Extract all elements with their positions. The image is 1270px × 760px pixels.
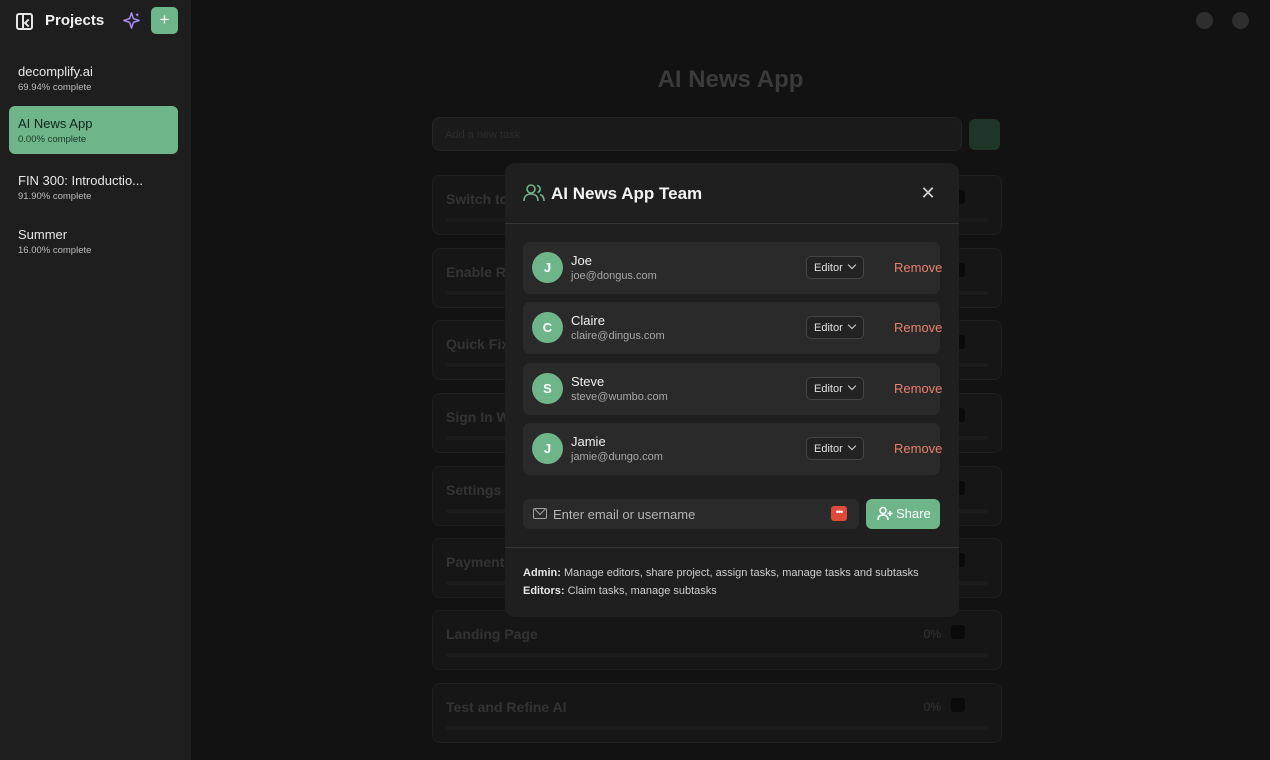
modal-title: AI News App Team bbox=[551, 184, 703, 203]
member-email: jamie@dungo.com bbox=[571, 451, 663, 463]
chevron-down-icon bbox=[847, 441, 857, 451]
settings-icon[interactable] bbox=[1232, 12, 1249, 29]
task-percent: 0% bbox=[923, 700, 941, 714]
close-icon[interactable]: ✕ bbox=[919, 184, 937, 203]
team-member-row: J Joe joe@dongus.com Editor Remove bbox=[523, 242, 942, 294]
avatar: S bbox=[532, 373, 563, 404]
role-dropdown[interactable]: Editor bbox=[806, 256, 864, 279]
team-member-row: C Claire claire@dingus.com Editor Remove bbox=[523, 302, 942, 354]
member-email: steve@wumbo.com bbox=[571, 391, 668, 403]
invite-input[interactable] bbox=[553, 502, 823, 526]
project-progress: 16.00% complete bbox=[18, 245, 92, 256]
chevron-down-icon bbox=[847, 320, 857, 330]
password-manager-icon[interactable]: ••• bbox=[831, 506, 847, 521]
editor-description: Claim tasks, manage subtasks bbox=[564, 585, 717, 597]
remove-member-button[interactable]: Remove bbox=[894, 381, 942, 396]
team-member-row: S Steve steve@wumbo.com Editor Remove bbox=[523, 363, 942, 415]
editor-label: Editors: bbox=[523, 585, 565, 597]
share-button[interactable]: Share bbox=[866, 499, 940, 529]
task-status-icon[interactable] bbox=[951, 625, 965, 639]
project-name: decomplify.ai bbox=[18, 64, 93, 79]
task-name: Settings bbox=[446, 482, 502, 498]
admin-description: Manage editors, share project, assign ta… bbox=[560, 567, 919, 579]
task-name: Payments bbox=[446, 554, 513, 570]
task-card[interactable]: Test and Refine AI 0% bbox=[432, 683, 1002, 743]
team-member-row: J Jamie jamie@dungo.com Editor Remove bbox=[523, 423, 942, 475]
sidebar-project-item[interactable]: Summer 16.00% complete bbox=[9, 217, 178, 265]
chevron-down-icon bbox=[847, 260, 857, 270]
permissions-info: Admin: Manage editors, share project, as… bbox=[505, 547, 959, 617]
role-dropdown[interactable]: Editor bbox=[806, 437, 864, 460]
add-user-icon bbox=[877, 506, 893, 521]
project-progress: 69.94% complete bbox=[18, 82, 92, 93]
invite-field: ••• bbox=[523, 499, 859, 529]
sidebar-project-item[interactable]: decomplify.ai 69.94% complete bbox=[9, 54, 178, 102]
role-dropdown[interactable]: Editor bbox=[806, 377, 864, 400]
task-percent: 0% bbox=[923, 627, 941, 641]
task-progress-bar bbox=[446, 726, 988, 730]
editor-permission: Editors: Claim tasks, manage subtasks bbox=[523, 585, 717, 597]
member-email: joe@dongus.com bbox=[571, 270, 657, 282]
collapse-sidebar-icon[interactable] bbox=[16, 13, 33, 30]
remove-member-button[interactable]: Remove bbox=[894, 260, 942, 275]
sidebar-title: Projects bbox=[45, 12, 105, 29]
sidebar-project-item-active[interactable]: AI News App 0.00% complete bbox=[9, 106, 178, 154]
task-name: Switch to bbox=[446, 191, 509, 207]
task-status-icon[interactable] bbox=[951, 698, 965, 712]
task-name: Quick Fix bbox=[446, 336, 510, 352]
task-name: Landing Page bbox=[446, 626, 538, 642]
remove-member-button[interactable]: Remove bbox=[894, 320, 942, 335]
role-label: Editor bbox=[814, 262, 843, 274]
task-progress-bar bbox=[446, 653, 988, 657]
users-icon bbox=[523, 184, 545, 202]
member-name: Joe bbox=[571, 253, 592, 268]
new-task-input[interactable]: Add a new task bbox=[432, 117, 962, 151]
add-task-button[interactable] bbox=[969, 119, 1000, 150]
chevron-down-icon bbox=[847, 381, 857, 391]
sparkle-icon[interactable] bbox=[122, 11, 141, 30]
member-email: claire@dingus.com bbox=[571, 330, 665, 342]
role-label: Editor bbox=[814, 383, 843, 395]
project-name: AI News App bbox=[18, 116, 93, 131]
task-name: Test and Refine AI bbox=[446, 699, 567, 715]
task-name: Enable R bbox=[446, 264, 506, 280]
admin-permission: Admin: Manage editors, share project, as… bbox=[523, 567, 919, 579]
member-name: Jamie bbox=[571, 434, 606, 449]
sidebar: Projects + decomplify.ai 69.94% complete… bbox=[0, 0, 191, 760]
avatar: J bbox=[532, 252, 563, 283]
team-icon[interactable] bbox=[1196, 12, 1213, 29]
member-name: Claire bbox=[571, 313, 605, 328]
task-name: Sign In W bbox=[446, 409, 510, 425]
role-label: Editor bbox=[814, 322, 843, 334]
member-name: Steve bbox=[571, 374, 605, 389]
sidebar-header: Projects + bbox=[0, 0, 191, 42]
project-name: FIN 300: Introductio... bbox=[18, 173, 144, 188]
task-card[interactable]: Landing Page 0% bbox=[432, 610, 1002, 670]
avatar: J bbox=[532, 433, 563, 464]
remove-member-button[interactable]: Remove bbox=[894, 441, 942, 456]
project-progress: 0.00% complete bbox=[18, 134, 87, 145]
page-title: AI News App bbox=[657, 66, 804, 93]
role-label: Editor bbox=[814, 443, 843, 455]
add-project-button[interactable]: + bbox=[151, 7, 178, 34]
mail-icon bbox=[533, 508, 547, 519]
sidebar-project-item[interactable]: FIN 300: Introductio... 91.90% complete bbox=[9, 163, 178, 211]
project-progress: 91.90% complete bbox=[18, 191, 92, 202]
modal-header: AI News App Team ✕ bbox=[505, 163, 959, 224]
admin-label: Admin: bbox=[523, 567, 561, 579]
team-modal: AI News App Team ✕ J Joe joe@dongus.com … bbox=[505, 163, 959, 617]
role-dropdown[interactable]: Editor bbox=[806, 316, 864, 339]
share-label: Share bbox=[896, 506, 931, 521]
project-name: Summer bbox=[18, 227, 68, 242]
avatar: C bbox=[532, 312, 563, 343]
